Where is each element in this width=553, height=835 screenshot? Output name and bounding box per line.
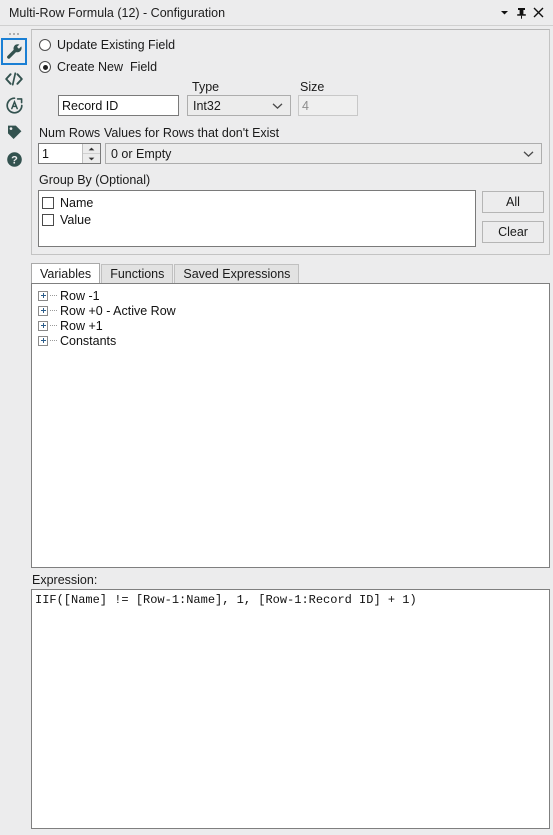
tag-icon (6, 124, 23, 141)
clear-selection-button[interactable]: Clear (482, 221, 544, 243)
checkbox-indicator (42, 196, 54, 209)
field-type-value: Int32 (193, 98, 221, 113)
radio-label-update-existing: Update Existing Field (57, 38, 176, 52)
num-rows-spin-buttons[interactable] (82, 144, 100, 163)
tree-connector (50, 309, 57, 312)
field-config-panel: Update Existing Field Create New Field T… (31, 29, 550, 255)
question-mark-icon: ? (6, 151, 23, 168)
group-by-item-label: Name (60, 195, 94, 210)
tree-connector (50, 339, 57, 342)
expand-icon[interactable] (38, 305, 48, 316)
group-by-list[interactable]: Name Value (38, 190, 476, 247)
radio-create-new-field[interactable]: Create New Field (39, 60, 157, 74)
tree-item[interactable]: Constants (38, 333, 549, 348)
field-name-input[interactable]: Record ID (58, 95, 179, 116)
tool-rail: ? (0, 26, 28, 835)
expression-helper-tabs: Variables Functions Saved Expressions (31, 263, 550, 283)
field-type-select[interactable]: Int32 (187, 95, 291, 116)
group-by-item[interactable]: Value (42, 211, 475, 228)
rail-item-help[interactable]: ? (1, 146, 27, 173)
values-for-rows-select[interactable]: 0 or Empty (105, 143, 542, 164)
field-size-input: 4 (298, 95, 358, 116)
tree-connector (50, 324, 57, 327)
num-rows-value: 1 (42, 146, 49, 161)
close-icon[interactable] (530, 3, 547, 23)
values-for-rows-label: Values for Rows that don't Exist (104, 126, 280, 140)
radio-label-create-new: Create New Field (57, 60, 158, 74)
expand-icon[interactable] (38, 320, 48, 331)
rail-item-xml-view[interactable] (1, 65, 27, 92)
configuration-content: Update Existing Field Create New Field T… (28, 26, 553, 835)
rail-item-configuration[interactable] (1, 38, 27, 65)
spin-up-icon[interactable] (83, 144, 100, 154)
tree-item-label: Constants (60, 333, 117, 348)
checkbox-indicator (42, 213, 54, 226)
tree-item-label: Row +1 (60, 318, 103, 333)
rail-drag-handle[interactable] (6, 29, 22, 38)
wrench-icon (6, 43, 23, 60)
tab-functions[interactable]: Functions (101, 264, 174, 283)
expression-editor[interactable]: IIF([Name] != [Row-1:Name], 1, [Row-1:Re… (31, 589, 550, 829)
code-icon (5, 71, 23, 87)
tree-connector (50, 294, 57, 297)
tree-item[interactable]: Row +0 - Active Row (38, 303, 549, 318)
circle-a-icon (5, 97, 23, 114)
chevron-down-icon[interactable] (496, 3, 513, 23)
group-by-item-label: Value (60, 212, 92, 227)
num-rows-stepper[interactable]: 1 (38, 143, 101, 164)
tree-item-label: Row +0 - Active Row (60, 303, 176, 318)
group-by-label: Group By (Optional) (39, 173, 151, 187)
svg-text:?: ? (11, 155, 18, 167)
expand-icon[interactable] (38, 290, 48, 301)
rail-item-tag[interactable] (1, 119, 27, 146)
type-label: Type (192, 80, 220, 94)
window-title-bar: Multi-Row Formula (12) - Configuration (0, 0, 553, 26)
expand-icon[interactable] (38, 335, 48, 346)
size-label: Size (300, 80, 325, 94)
group-by-item[interactable]: Name (42, 194, 475, 211)
expression-label: Expression: (32, 573, 98, 587)
chevron-down-icon (523, 150, 534, 157)
tree-item-label: Row -1 (60, 288, 100, 303)
spin-down-icon[interactable] (83, 154, 100, 163)
rail-item-annotation[interactable] (1, 92, 27, 119)
pin-icon[interactable] (513, 3, 530, 23)
radio-indicator-create-new (39, 61, 51, 73)
select-all-button[interactable]: All (482, 191, 544, 213)
radio-update-existing-field[interactable]: Update Existing Field (39, 38, 175, 52)
tab-saved-expressions[interactable]: Saved Expressions (174, 264, 300, 283)
variables-tree[interactable]: Row -1 Row +0 - Active Row Row +1 Consta… (31, 283, 550, 568)
tree-item[interactable]: Row +1 (38, 318, 549, 333)
tree-item[interactable]: Row -1 (38, 288, 549, 303)
chevron-down-icon (272, 102, 283, 109)
window-title: Multi-Row Formula (12) - Configuration (9, 5, 226, 20)
radio-indicator-update-existing (39, 39, 51, 51)
num-rows-label: Num Rows (39, 126, 101, 140)
tab-variables[interactable]: Variables (31, 263, 101, 283)
values-for-rows-value: 0 or Empty (111, 146, 172, 161)
